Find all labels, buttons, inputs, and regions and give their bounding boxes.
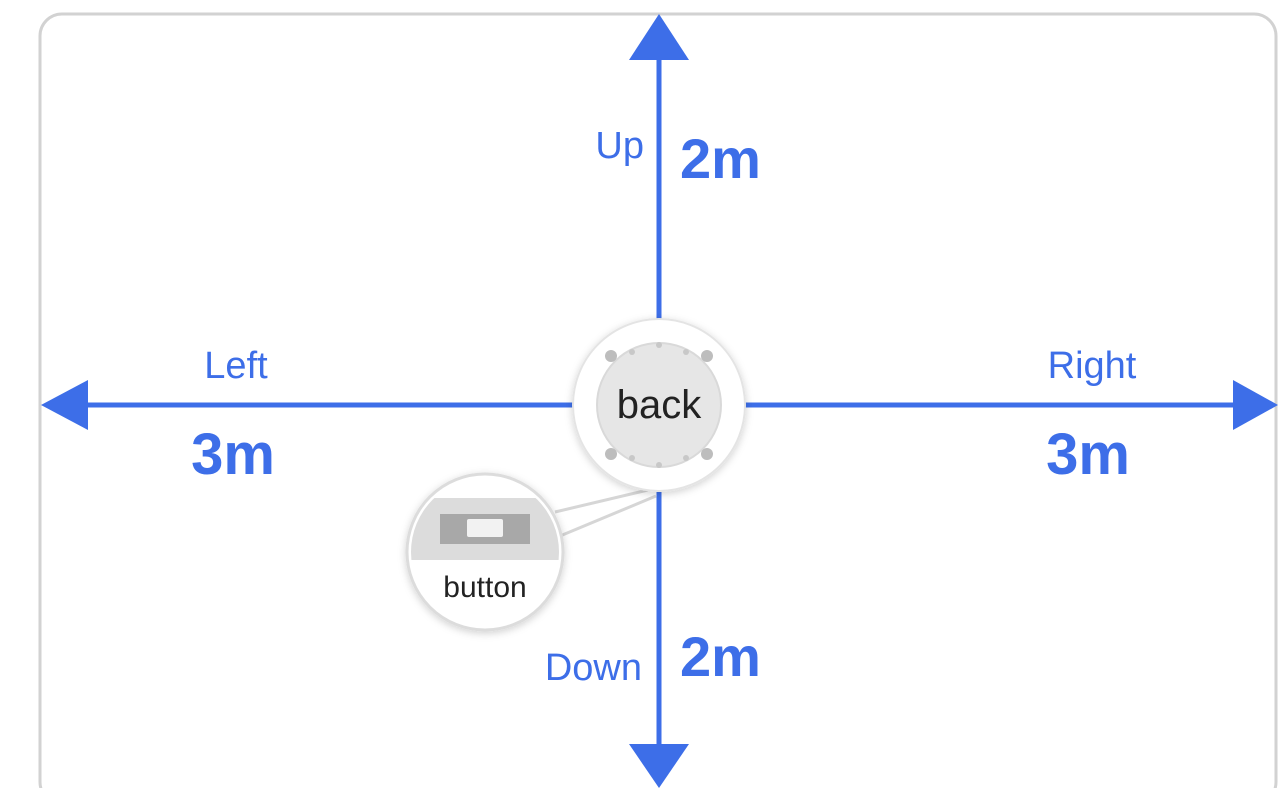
callout-label: button (443, 571, 526, 604)
direction-label-down: Down (545, 647, 642, 689)
direction-diagram: Up 2m Down 2m Left 3m Right 3m back butt… (0, 0, 1280, 788)
distance-label-left: 3m (191, 422, 275, 487)
distance-label-up: 2m (680, 127, 761, 190)
direction-label-left: Left (204, 345, 268, 387)
direction-label-right: Right (1048, 345, 1137, 387)
diagram-canvas: Up 2m Down 2m Left 3m Right 3m back butt… (38, 12, 1278, 788)
center-label: back (617, 383, 702, 427)
direction-label-up: Up (595, 125, 644, 167)
distance-label-down: 2m (680, 625, 761, 688)
back-device: back (572, 318, 746, 492)
distance-label-right: 3m (1046, 422, 1130, 487)
